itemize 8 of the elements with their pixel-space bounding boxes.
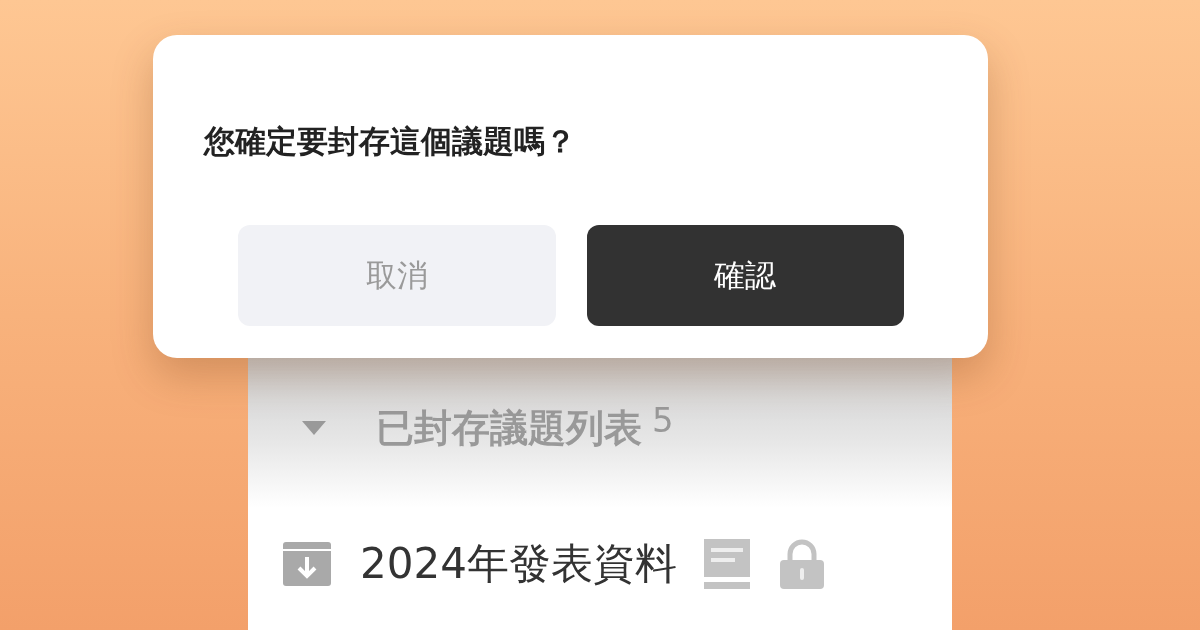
document-icon (702, 538, 751, 590)
section-title: 已封存議題列表 (376, 404, 642, 452)
item-title[interactable]: 2024年發表資料 (360, 536, 677, 592)
confirm-button[interactable]: 確認 (586, 225, 904, 327)
archive-box-icon (282, 541, 332, 587)
section-count: 5 (652, 400, 674, 440)
dialog-title: 您確定要封存這個議題嗎？ (204, 123, 577, 161)
caret-icon[interactable] (302, 421, 326, 435)
